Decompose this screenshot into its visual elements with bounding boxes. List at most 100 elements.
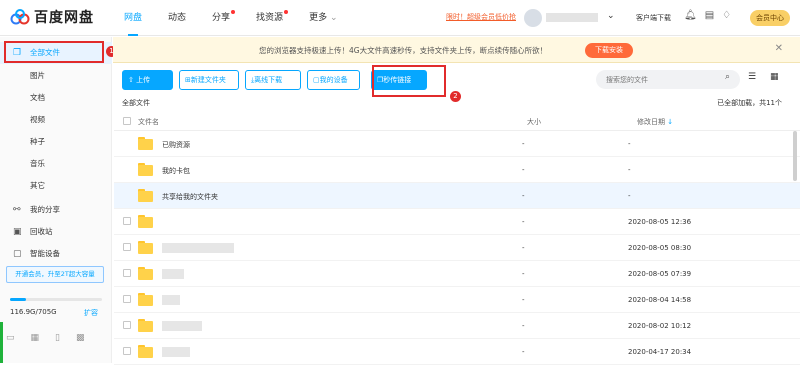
nav-netdisk[interactable]: 网盘 xyxy=(124,0,142,36)
sidebar-item-videos[interactable]: 视频 xyxy=(0,109,112,131)
file-name-redacted[interactable] xyxy=(162,243,234,253)
table-row[interactable]: - 2020-08-05 08:30 xyxy=(114,235,800,261)
row-checkbox[interactable] xyxy=(123,295,131,303)
sidebar: ❐ 全部文件 图片 文档 视频 种子 音乐 其它 ⚯ 我的分享 ▣ 回收站 ▢ … xyxy=(0,37,112,363)
file-date: 2020-08-05 12:36 xyxy=(628,218,692,226)
column-date[interactable]: 修改日期 ↓ xyxy=(637,117,673,127)
monitor-icon[interactable]: ▭ xyxy=(6,333,15,343)
promo-link[interactable]: 限时！超级会员低价抢 xyxy=(446,12,516,22)
download-install-button[interactable]: 下载安装 xyxy=(585,43,633,58)
my-device-label: 我的设备 xyxy=(319,76,348,84)
notification-dot xyxy=(231,10,236,14)
column-size[interactable]: 大小 xyxy=(527,117,541,127)
phone-icon[interactable]: ▯ xyxy=(55,333,60,343)
sidebar-item-docs[interactable]: 文档 xyxy=(0,87,112,109)
row-checkbox[interactable] xyxy=(123,269,131,277)
new-folder-button[interactable]: ⊞新建文件夹 xyxy=(179,70,239,90)
file-name[interactable]: 我的卡包 xyxy=(162,166,190,176)
upload-icon: ⇧ xyxy=(128,76,134,84)
file-size: - xyxy=(522,192,525,200)
storage-quota-bar xyxy=(10,298,102,301)
nav-share[interactable]: 分享 xyxy=(212,0,236,36)
table-row[interactable]: - 2020-08-05 12:36 xyxy=(114,209,800,235)
row-checkbox[interactable] xyxy=(123,243,131,251)
grid-icon[interactable]: ▩ xyxy=(76,333,85,343)
username-redacted[interactable] xyxy=(546,13,598,22)
row-checkbox[interactable] xyxy=(123,347,131,355)
chevron-down-icon[interactable]: ⌄ xyxy=(607,11,615,21)
notification-dot xyxy=(284,10,289,14)
file-name[interactable]: 已购资源 xyxy=(162,140,190,150)
storage-quota-fill xyxy=(10,298,26,301)
client-download-link[interactable]: 客户端下载 xyxy=(636,13,671,23)
search-input[interactable] xyxy=(596,70,740,89)
sort-icon[interactable]: ☰ xyxy=(748,72,756,82)
sidebar-item-label: 我的分享 xyxy=(30,205,60,214)
sidebar-item-images[interactable]: 图片 xyxy=(0,65,112,87)
row-checkbox[interactable] xyxy=(123,321,131,329)
new-folder-label: 新建文件夹 xyxy=(190,76,226,84)
folder-icon xyxy=(138,293,153,306)
device-icon: ▢ xyxy=(13,249,22,259)
table-row[interactable]: 共享给我的文件夹 - - xyxy=(114,183,800,209)
sidebar-item-music[interactable]: 音乐 xyxy=(0,153,112,175)
clipboard-icon[interactable]: ▤ xyxy=(705,10,714,21)
card-folder-icon xyxy=(138,163,153,176)
sidebar-item-torrents[interactable]: 种子 xyxy=(0,131,112,153)
table-row[interactable]: - 2020-04-17 20:34 xyxy=(114,339,800,365)
transfer-icon[interactable]: ▦ xyxy=(31,333,40,343)
table-row[interactable]: 我的卡包 - - xyxy=(114,157,800,183)
column-name[interactable]: 文件名 xyxy=(138,117,159,127)
logo[interactable]: 百度网盘 xyxy=(10,7,94,27)
select-all-checkbox[interactable] xyxy=(123,117,131,125)
expand-storage-link[interactable]: 扩容 xyxy=(84,308,98,318)
notice-text: 您的浏览器支持极速上传！4G大文件高速秒传，支持文件夹上传，断点续传随心所欲！ xyxy=(259,46,548,55)
scrollbar[interactable] xyxy=(793,131,797,181)
nav-activity[interactable]: 动态 xyxy=(168,0,186,36)
upload-label: 上传 xyxy=(136,76,151,84)
nav-more[interactable]: 更多 ⌄ xyxy=(309,0,337,36)
row-checkbox[interactable] xyxy=(123,217,131,225)
loaded-count: 已全部加载，共11个 xyxy=(717,99,782,107)
upload-button[interactable]: ⇧ 上传 xyxy=(122,70,173,90)
table-row[interactable]: 已购资源 - - xyxy=(114,131,800,157)
file-date: 2020-08-04 14:58 xyxy=(628,296,692,304)
my-device-button[interactable]: ▢我的设备 xyxy=(307,70,360,90)
folder-lock-icon xyxy=(138,137,153,150)
annotation-box-1 xyxy=(4,41,104,63)
file-name-redacted[interactable] xyxy=(162,321,202,331)
file-name-redacted[interactable] xyxy=(162,295,180,305)
file-name-redacted[interactable] xyxy=(162,269,184,279)
sidebar-item-label: 智能设备 xyxy=(30,249,60,258)
sidebar-item-label: 视频 xyxy=(30,115,45,124)
folder-icon xyxy=(138,267,153,280)
sidebar-item-smart-devices[interactable]: ▢ 智能设备 xyxy=(0,243,112,265)
table-row[interactable]: - 2020-08-02 10:12 xyxy=(114,313,800,339)
share-icon: ⚯ xyxy=(13,205,21,215)
shared-folder-icon xyxy=(138,189,153,202)
table-row[interactable]: - 2020-08-05 07:39 xyxy=(114,261,800,287)
sidebar-bottom-icons: ▭ ▦ ▯ ▩ xyxy=(6,333,85,343)
file-name-redacted[interactable] xyxy=(162,347,190,357)
file-size: - xyxy=(522,322,525,330)
breadcrumb[interactable]: 全部文件 xyxy=(122,98,150,108)
file-name[interactable]: 共享给我的文件夹 xyxy=(162,192,218,202)
file-size: - xyxy=(522,244,525,252)
sidebar-item-other[interactable]: 其它 xyxy=(0,175,112,197)
close-icon[interactable]: ✕ xyxy=(775,43,783,54)
avatar[interactable] xyxy=(524,9,542,27)
offline-download-button[interactable]: ⤓离线下载 xyxy=(245,70,301,90)
nav-resources-label: 找资源 xyxy=(256,13,284,23)
shirt-icon[interactable]: ♢ xyxy=(722,10,731,21)
bell-icon[interactable]: 🔔︎ xyxy=(684,10,697,21)
vip-center-button[interactable]: 会员中心 xyxy=(750,10,790,26)
nav-resources[interactable]: 找资源 xyxy=(256,0,289,36)
annotation-box-2 xyxy=(372,65,446,97)
table-row[interactable]: - 2020-08-04 14:58 xyxy=(114,287,800,313)
file-date: - xyxy=(628,192,631,200)
vip-upgrade-banner[interactable]: 开通会员，升至2T超大容量 xyxy=(6,266,104,283)
sidebar-item-my-share[interactable]: ⚯ 我的分享 xyxy=(0,199,112,221)
sidebar-item-recycle-bin[interactable]: ▣ 回收站 xyxy=(0,221,112,243)
search-icon[interactable]: ⌕ xyxy=(725,72,730,82)
grid-view-icon[interactable]: ▦ xyxy=(770,72,779,82)
